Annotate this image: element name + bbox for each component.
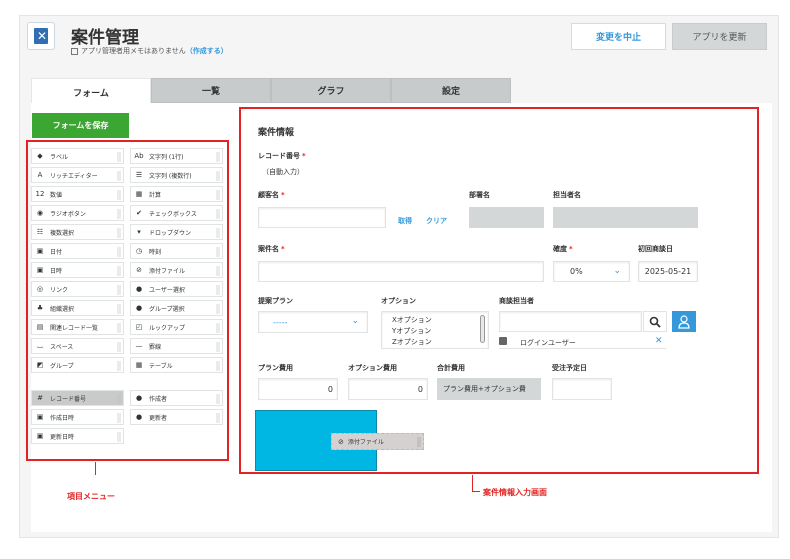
memo-create-link[interactable]: （作成する）: [186, 47, 228, 55]
form-annotation: 案件情報入力画面: [483, 488, 547, 497]
form-highlight-box: [239, 107, 759, 474]
save-form-button[interactable]: フォームを保存: [32, 113, 129, 138]
update-app-button[interactable]: アプリを更新: [672, 23, 767, 50]
cancel-changes-button[interactable]: 変更を中止: [571, 23, 666, 50]
menu-annotation: 項目メニュー: [67, 492, 115, 501]
menu-annotation-line: [95, 462, 96, 475]
tab-settings[interactable]: 設定: [391, 78, 511, 103]
memo-text: アプリ管理者用メモはありません: [81, 47, 186, 55]
app-memo: アプリ管理者用メモはありません（作成する）: [71, 46, 228, 56]
memo-icon: [71, 47, 78, 55]
tab-list[interactable]: 一覧: [151, 78, 271, 103]
tab-form[interactable]: フォーム: [31, 78, 151, 105]
form-annotation-line-v: [472, 475, 473, 492]
app-icon: ✕: [27, 22, 55, 50]
app-icon-glyph: ✕: [37, 29, 48, 43]
menu-highlight-box: [26, 140, 229, 461]
app-title: 案件管理: [71, 28, 139, 48]
tab-graph[interactable]: グラフ: [271, 78, 391, 103]
form-annotation-line-h: [472, 491, 480, 492]
